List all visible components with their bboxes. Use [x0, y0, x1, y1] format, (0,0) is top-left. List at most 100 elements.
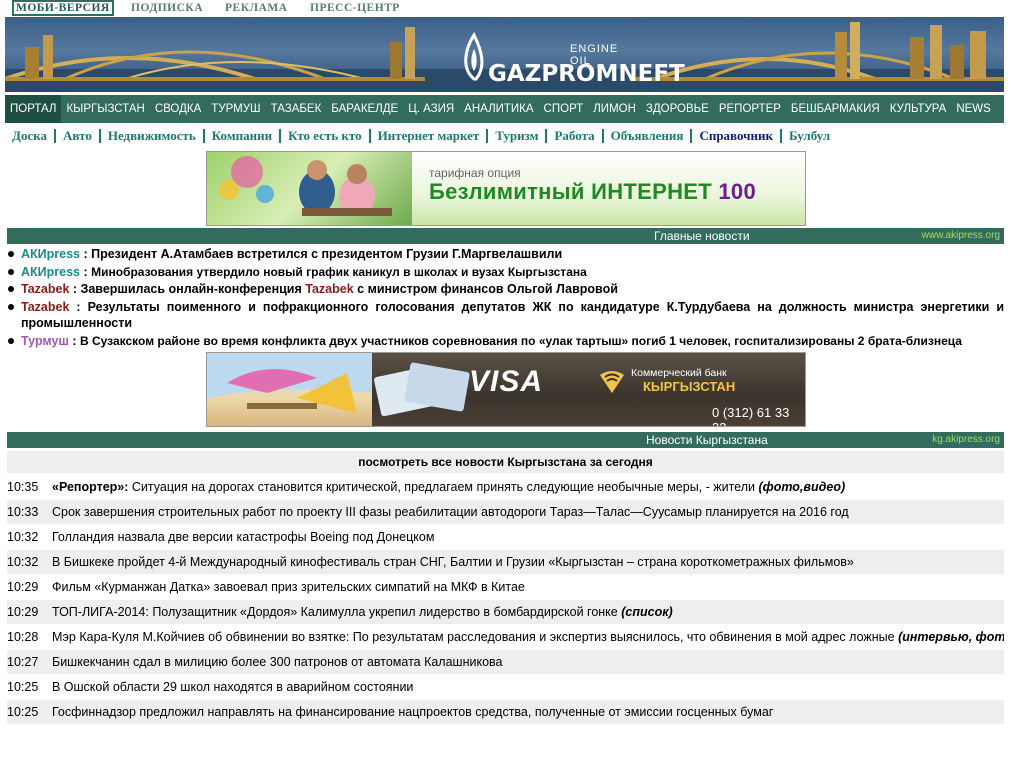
kg-news-title: Новости Кыргызстана: [646, 433, 768, 447]
subnav-item-bulbul[interactable]: Булбул: [782, 129, 837, 143]
subscription-link[interactable]: ПОДПИСКА: [131, 2, 203, 14]
news-time: 10:29: [7, 580, 39, 594]
kg-news-row: 10:29 Фильм «Курманжан Датка» завоевал п…: [7, 575, 1004, 599]
bullet-icon: [8, 251, 14, 257]
advertising-link[interactable]: РЕКЛАМА: [225, 2, 288, 14]
subnav-item-directory[interactable]: Справочник: [692, 129, 782, 143]
nav-item-portal[interactable]: ПОРТАЛ: [5, 95, 62, 123]
news-source[interactable]: АКИpress: [21, 247, 80, 261]
news-headline-link[interactable]: ТОП-ЛИГА-2014: Полузащитник «Дордоя» Кал…: [52, 600, 673, 624]
kg-news-row: 10:25 В Ошской области 29 школ находятся…: [7, 675, 1004, 699]
visa-bank-ad[interactable]: VISA Коммерческий банк КЫРГЫЗСТАН 0 (312…: [206, 352, 806, 427]
news-source[interactable]: Турмуш: [21, 334, 69, 348]
bullet-icon: [8, 337, 14, 344]
news-headline-link[interactable]: «Репортер»: Ситуация на дорогах становит…: [52, 475, 845, 499]
ad-bank-phone: 0 (312) 61 33 33: [712, 405, 790, 426]
news-headline-link[interactable]: Фильм «Курманжан Датка» завоевал приз зр…: [52, 575, 525, 599]
news-source[interactable]: Tazabek: [21, 282, 69, 296]
ad-bank-label: Коммерческий банк: [631, 367, 727, 379]
news-time: 10:28: [7, 630, 39, 644]
kg-news-row: 10:28 Мэр Кара-Куля М.Койчиев об обвинен…: [7, 625, 1004, 649]
main-news-item: АКИpress : Президент А.Атамбаев встретил…: [7, 246, 1004, 263]
subnav-item-realty[interactable]: Недвижимость: [101, 129, 205, 143]
subnav-item-tourism[interactable]: Туризм: [488, 129, 548, 143]
kg-news-site-link[interactable]: kg.akipress.org: [932, 432, 1000, 448]
nav-item-beshbarmakia[interactable]: БЕШБАРМАКИЯ: [786, 95, 885, 123]
nav-item-kyrgyzstan[interactable]: КЫРГЫЗСТАН: [61, 95, 149, 123]
kg-news-row: 10:25 Госфиннадзор предложил направлять …: [7, 700, 1004, 724]
main-news-list: АКИpress : Президент А.Атамбаев встретил…: [7, 246, 1004, 350]
kg-news-row: 10:35 «Репортер»: Ситуация на дорогах ст…: [7, 475, 1004, 499]
nav-item-limon[interactable]: ЛИМОН: [588, 95, 641, 123]
visa-logo: VISA: [469, 365, 544, 398]
nav-item-news[interactable]: NEWS: [951, 95, 996, 123]
news-headline-link[interactable]: В Ошской области 29 школ находятся в ава…: [52, 675, 413, 699]
main-navigation: ПОРТАЛ КЫРГЫЗСТАН СВОДКА ТУРМУШ ТАЗАБЕК …: [5, 95, 1004, 123]
subnav-item-classifieds[interactable]: Объявления: [604, 129, 693, 143]
bullet-icon: [8, 268, 14, 275]
news-headline-link[interactable]: Госфиннадзор предложил направлять на фин…: [52, 700, 773, 724]
kg-news-row: 10:32 В Бишкеке пройдет 4-й Международны…: [7, 550, 1004, 574]
ad-tariff-number: 100: [718, 179, 756, 204]
kg-news-list: 10:35 «Репортер»: Ситуация на дорогах ст…: [7, 475, 1004, 725]
subnav-item-auto[interactable]: Авто: [56, 129, 101, 143]
main-news-item: Tazabek : Результаты поименного и пофрак…: [7, 299, 1004, 332]
nav-item-analytics[interactable]: АНАЛИТИКА: [459, 95, 538, 123]
ad-couple-photo: [207, 152, 412, 225]
news-headline-link[interactable]: Срок завершения строительных работ по пр…: [52, 500, 849, 524]
press-center-link[interactable]: ПРЕСС-ЦЕНТР: [310, 2, 400, 14]
news-headline[interactable]: Президент А.Атамбаев встретился с презид…: [91, 247, 562, 261]
bullet-icon: [8, 303, 14, 310]
news-headline-link[interactable]: Бишкекчанин сдал в милицию более 300 пат…: [52, 650, 502, 674]
subnav-item-internet-market[interactable]: Интернет маркет: [371, 129, 489, 143]
news-source[interactable]: Tazabek: [21, 300, 69, 314]
nav-item-svodka[interactable]: СВОДКА: [150, 95, 206, 123]
news-headline-link[interactable]: Голландия назвала две версии катастрофы …: [52, 525, 434, 549]
subnav-item-who-is-who[interactable]: Кто есть кто: [281, 129, 371, 143]
nav-item-sport[interactable]: СПОРТ: [539, 95, 589, 123]
nav-item-culture[interactable]: КУЛЬТУРА: [885, 95, 952, 123]
kg-news-row: 10:29 ТОП-ЛИГА-2014: Полузащитник «Дордо…: [7, 600, 1004, 624]
sub-navigation: Доска Авто Недвижимость Компании Кто ест…: [5, 124, 1004, 148]
news-headline[interactable]: Завершилась онлайн-конференция Tazabek с…: [81, 282, 618, 296]
kg-news-row: 10:27 Бишкекчанин сдал в милицию более 3…: [7, 650, 1004, 674]
mobile-version-link[interactable]: МОБИ-ВЕРСИЯ: [12, 0, 114, 16]
kg-news-header: Новости Кыргызстана kg.akipress.org: [7, 432, 1004, 448]
see-all-kg-news-link[interactable]: посмотреть все новости Кыргызстана за се…: [7, 451, 1004, 473]
subnav-item-companies[interactable]: Компании: [205, 129, 282, 143]
main-news-title: Главные новости: [654, 229, 750, 243]
main-news-item: Tazabek : Завершилась онлайн-конференция…: [7, 281, 1004, 298]
news-time: 10:35: [7, 480, 39, 494]
kg-news-row: 10:32 Голландия назвала две версии катас…: [7, 525, 1004, 549]
main-news-item: Турмуш : В Сузакском районе во время кон…: [7, 333, 1004, 350]
nav-item-health[interactable]: ЗДОРОВЬЕ: [641, 95, 714, 123]
news-time: 10:25: [7, 680, 39, 694]
bullet-icon: [8, 286, 14, 292]
news-headline[interactable]: Минобразования утвердило новый график ка…: [91, 265, 587, 279]
internet-tariff-ad[interactable]: тарифная опция Безлимитный ИНТЕРНЕТ 100: [206, 151, 806, 226]
news-headline[interactable]: Результаты поименного и пофракционного г…: [21, 300, 1004, 331]
news-time: 10:25: [7, 705, 39, 719]
nav-item-central-asia[interactable]: Ц. АЗИЯ: [403, 95, 459, 123]
news-time: 10:32: [7, 555, 39, 569]
subnav-item-board[interactable]: Доска: [5, 129, 57, 143]
news-headline[interactable]: В Сузакском районе во время конфликта дв…: [80, 334, 962, 348]
nav-item-turmush[interactable]: ТУРМУШ: [206, 95, 265, 123]
subnav-item-jobs[interactable]: Работа: [547, 129, 604, 143]
ad-tariff-option-label: тарифная опция: [429, 166, 521, 180]
gazpromneft-banner[interactable]: ENGINE OIL GAZPROMNEFT: [5, 17, 1004, 92]
nav-item-barakelde[interactable]: БАРАКЕЛДЕ: [326, 95, 403, 123]
main-news-header: Главные новости www.akipress.org: [7, 228, 1004, 244]
news-source[interactable]: АКИpress: [21, 265, 80, 279]
main-news-site-link[interactable]: www.akipress.org: [922, 228, 1000, 244]
news-time: 10:29: [7, 605, 39, 619]
gazpromneft-logo: ENGINE OIL GAZPROMNEFT: [460, 23, 685, 87]
news-headline-link[interactable]: В Бишкеке пройдет 4-й Международный кино…: [52, 550, 854, 574]
news-headline-link[interactable]: Мэр Кара-Куля М.Койчиев об обвинении во …: [52, 625, 1004, 649]
news-time: 10:33: [7, 505, 39, 519]
main-news-item: АКИpress : Минобразования утвердило новы…: [7, 264, 1004, 281]
nav-item-tazabek[interactable]: ТАЗАБЕК: [266, 95, 327, 123]
news-time: 10:32: [7, 530, 39, 544]
nav-item-reporter[interactable]: РЕПОРТЕР: [714, 95, 786, 123]
kg-news-row: 10:33 Срок завершения строительных работ…: [7, 500, 1004, 524]
